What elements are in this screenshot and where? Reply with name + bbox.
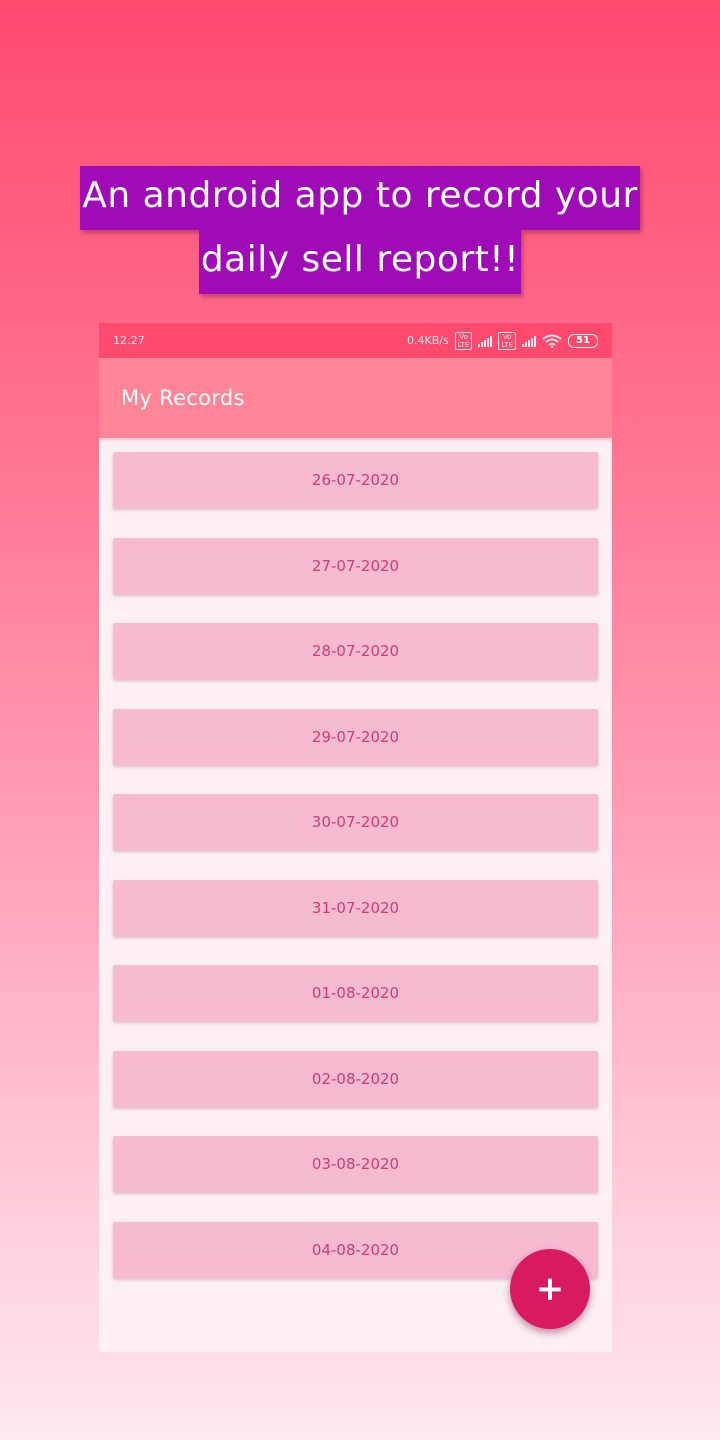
wifi-icon	[542, 334, 562, 348]
record-item[interactable]: 27-07-2020	[113, 537, 598, 594]
app-bar: My Records	[99, 358, 612, 438]
add-icon: +	[535, 1269, 565, 1309]
record-item[interactable]: 28-07-2020	[113, 623, 598, 679]
app-title: My Records	[121, 386, 245, 410]
promo-headline: An android app to record your daily sell…	[0, 166, 720, 294]
volte-icon-2: Vo LTE	[498, 331, 516, 350]
headline-line-1: An android app to record your	[80, 166, 640, 230]
record-item[interactable]: 29-07-2020	[113, 708, 598, 765]
status-bar: 12:27 0.4KB/s Vo LTE Vo LTE 51	[99, 323, 612, 358]
record-item[interactable]: 31-07-2020	[113, 879, 598, 936]
record-item[interactable]: 02-08-2020	[113, 1050, 598, 1107]
record-item[interactable]: 30-07-2020	[113, 794, 598, 850]
records-list: 26-07-2020 27-07-2020 28-07-2020 29-07-2…	[99, 438, 612, 1278]
phone-screen: 12:27 0.4KB/s Vo LTE Vo LTE 51 My Records …	[99, 323, 612, 1352]
record-item[interactable]: 26-07-2020	[113, 452, 598, 508]
record-item[interactable]: 03-08-2020	[113, 1136, 598, 1192]
status-time: 12:27	[113, 334, 145, 347]
status-icons: 0.4KB/s Vo LTE Vo LTE 51	[407, 331, 598, 350]
signal-icon-2	[522, 335, 536, 347]
network-speed: 0.4KB/s	[407, 334, 449, 347]
signal-icon	[478, 335, 493, 347]
headline-line-2: daily sell report!!	[198, 230, 522, 294]
volte-icon: Vo LTE	[454, 331, 473, 350]
record-item[interactable]: 01-08-2020	[113, 965, 598, 1021]
add-record-button[interactable]: +	[510, 1249, 590, 1329]
battery-icon: 51	[568, 333, 598, 348]
